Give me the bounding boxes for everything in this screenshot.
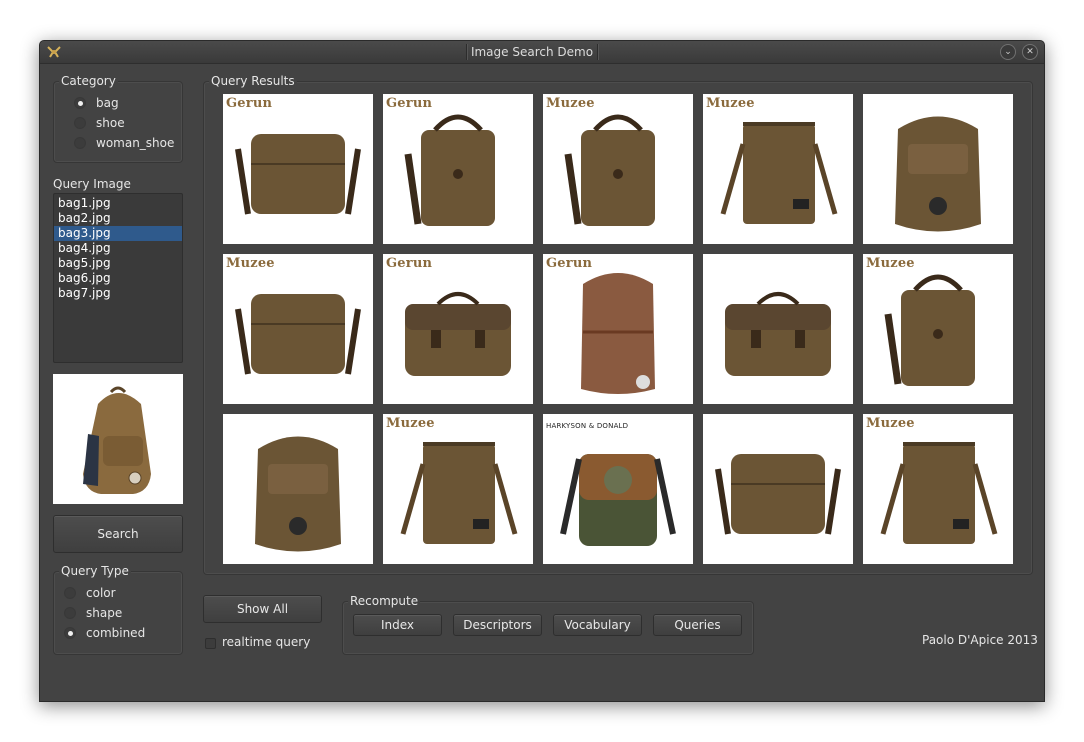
radio-label: color (86, 586, 116, 600)
realtime-query-checkbox[interactable] (205, 638, 216, 649)
query-image-list[interactable]: bag1.jpg bag2.jpg bag3.jpg bag4.jpg bag5… (53, 193, 183, 363)
result-thumbnail[interactable]: Gerun (543, 254, 693, 404)
bag-image (715, 454, 841, 535)
radio-label: combined (86, 626, 146, 640)
radio-button[interactable] (74, 117, 86, 129)
brand-logo: Muzee (866, 416, 915, 431)
brand-logo: Muzee (226, 256, 275, 271)
result-thumbnail[interactable]: Muzee (863, 414, 1013, 564)
list-item[interactable]: bag1.jpg (54, 196, 182, 211)
bag-image (720, 122, 838, 224)
category-group: Category bag shoe woman_shoe (53, 73, 183, 163)
title-bar[interactable]: Image Search Demo ⌄ ✕ (40, 41, 1044, 64)
list-item[interactable]: bag5.jpg (54, 256, 182, 271)
category-title: Category (59, 73, 118, 89)
close-icon[interactable]: ✕ (1022, 44, 1038, 60)
list-item[interactable]: bag7.jpg (54, 286, 182, 301)
query-results-title: Query Results (209, 73, 297, 89)
result-thumbnail[interactable] (703, 254, 853, 404)
result-thumbnail[interactable] (863, 94, 1013, 244)
main-window: Image Search Demo ⌄ ✕ Category bag shoe … (39, 40, 1045, 702)
query-image-preview (53, 374, 183, 504)
result-thumbnail[interactable]: Muzee (863, 254, 1013, 404)
minimize-icon[interactable]: ⌄ (1000, 44, 1016, 60)
show-all-button[interactable]: Show All (203, 595, 322, 623)
bag-image (581, 273, 655, 394)
descriptors-button[interactable]: Descriptors (453, 614, 542, 636)
bag-image (725, 292, 831, 376)
recompute-title: Recompute (348, 593, 421, 609)
window-title: Image Search Demo (466, 44, 598, 60)
bag-image (400, 442, 518, 544)
result-thumbnail[interactable]: Muzee (703, 94, 853, 244)
brand-logo: HARKYSON & DONALD (546, 422, 629, 430)
bag-image (880, 442, 998, 544)
result-thumbnail[interactable]: Muzee (383, 414, 533, 564)
radio-label: bag (96, 96, 119, 110)
brand-logo: Muzee (866, 256, 915, 271)
radio-button[interactable] (74, 137, 86, 149)
result-thumbnail[interactable] (703, 414, 853, 564)
backpack-image (83, 386, 151, 494)
bag-image (884, 274, 975, 386)
queries-button[interactable]: Queries (653, 614, 742, 636)
brand-logo: Muzee (706, 96, 755, 111)
result-thumbnail[interactable]: Gerun (383, 94, 533, 244)
vocabulary-button[interactable]: Vocabulary (553, 614, 642, 636)
radio-button[interactable] (64, 607, 76, 619)
result-thumbnail[interactable] (223, 414, 373, 564)
result-thumbnail[interactable]: Gerun (383, 254, 533, 404)
list-item-selected[interactable]: bag3.jpg (54, 226, 182, 241)
bag-image (235, 134, 361, 215)
index-button[interactable]: Index (353, 614, 442, 636)
bag-image (895, 116, 981, 232)
result-thumbnail[interactable]: Muzee (223, 254, 373, 404)
bag-image (404, 114, 495, 226)
query-type-group: Query Type color shape combined (53, 563, 183, 655)
result-thumbnail[interactable]: Muzee (543, 94, 693, 244)
brand-logo: Gerun (386, 96, 433, 111)
radio-button[interactable] (64, 587, 76, 599)
brand-logo: Muzee (386, 416, 435, 431)
query-type-title: Query Type (59, 563, 131, 579)
credit-text: Paolo D'Apice 2013 (922, 633, 1038, 647)
radio-button[interactable] (74, 97, 86, 109)
list-item[interactable]: bag6.jpg (54, 271, 182, 286)
brand-logo: Muzee (546, 96, 595, 111)
radio-button[interactable] (64, 627, 76, 639)
app-icon (47, 46, 61, 58)
query-image-label: Query Image (53, 177, 131, 191)
search-button[interactable]: Search (53, 515, 183, 553)
result-thumbnail[interactable]: Gerun (223, 94, 373, 244)
bag-image (564, 114, 655, 226)
bag-image (235, 294, 361, 375)
bag-image (405, 292, 511, 376)
brand-logo: Gerun (546, 256, 593, 271)
realtime-query-label: realtime query (222, 635, 311, 649)
radio-label: shape (86, 606, 123, 620)
bag-image (560, 454, 676, 546)
bag-image (255, 436, 341, 552)
list-item[interactable]: bag2.jpg (54, 211, 182, 226)
radio-label: shoe (96, 116, 125, 130)
radio-label: woman_shoe (96, 136, 175, 150)
brand-logo: Gerun (386, 256, 433, 271)
brand-logo: Gerun (226, 96, 273, 111)
list-item[interactable]: bag4.jpg (54, 241, 182, 256)
result-thumbnail[interactable]: HARKYSON & DONALD (543, 414, 693, 564)
